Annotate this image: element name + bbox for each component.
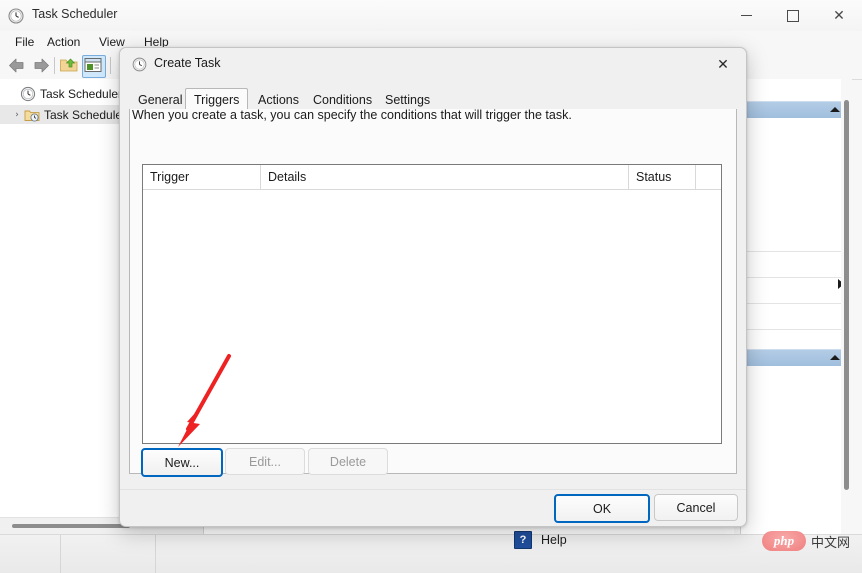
- open-folder-icon[interactable]: [58, 55, 80, 76]
- dialog-titlebar: Create Task ✕: [120, 48, 746, 82]
- tree-scrollbar-thumb[interactable]: [12, 524, 130, 528]
- clock-icon: [8, 8, 24, 24]
- minimize-button[interactable]: [723, 0, 769, 31]
- dialog-close-button[interactable]: ✕: [700, 48, 746, 82]
- php-logo: php: [762, 531, 806, 551]
- actions-divider: [741, 251, 846, 252]
- statusbar-divider: [60, 535, 61, 573]
- actions-divider: [741, 277, 846, 278]
- menu-action[interactable]: Action: [40, 34, 87, 50]
- column-header-trigger[interactable]: Trigger: [143, 165, 261, 189]
- new-trigger-button[interactable]: New...: [141, 448, 223, 477]
- create-task-dialog: Create Task ✕ General Triggers Actions C…: [119, 47, 747, 527]
- triggers-description: When you create a task, you can specify …: [132, 108, 572, 122]
- actions-pane: [740, 79, 852, 534]
- edit-trigger-button[interactable]: Edit...: [225, 448, 305, 475]
- help-status-item[interactable]: ? Help: [514, 531, 567, 549]
- forward-arrow-icon[interactable]: [30, 55, 52, 76]
- maximize-icon: [787, 9, 799, 22]
- delete-trigger-button[interactable]: Delete: [308, 448, 388, 475]
- listview-header: Trigger Details Status: [143, 165, 721, 190]
- statusbar-divider: [155, 535, 156, 573]
- clock-icon: [20, 86, 36, 102]
- actions-section-header-2[interactable]: [741, 349, 846, 366]
- actions-vertical-scrollbar[interactable]: [841, 79, 852, 534]
- column-header-status[interactable]: Status: [629, 165, 696, 189]
- close-icon: ✕: [717, 57, 729, 73]
- watermark-site-text: 中文网: [811, 535, 851, 551]
- actions-divider: [741, 303, 846, 304]
- menu-file[interactable]: File: [8, 34, 41, 50]
- question-mark-icon: ?: [514, 531, 532, 549]
- chevron-up-icon[interactable]: [830, 355, 840, 360]
- minimize-icon: [740, 15, 752, 16]
- actions-scrollbar-thumb[interactable]: [844, 100, 849, 490]
- chevron-up-icon[interactable]: [830, 107, 840, 112]
- actions-section-header-1[interactable]: [741, 101, 846, 118]
- show-properties-icon[interactable]: [82, 55, 106, 78]
- toolbar-separator: [54, 57, 55, 74]
- tree-item-label: Task Schedule: [44, 107, 123, 122]
- toolbar-separator-2: [110, 57, 111, 74]
- window-titlebar: Task Scheduler ✕: [0, 0, 862, 32]
- column-header-extra[interactable]: [696, 165, 721, 189]
- column-header-details[interactable]: Details: [261, 165, 629, 189]
- dialog-footer-separator: [120, 489, 746, 490]
- ok-button[interactable]: OK: [554, 494, 650, 523]
- dialog-title: Create Task: [154, 56, 221, 70]
- tabstrip: General Triggers Actions Conditions Sett…: [129, 88, 737, 112]
- triggers-listview[interactable]: Trigger Details Status: [142, 164, 722, 444]
- cancel-button[interactable]: Cancel: [654, 494, 738, 521]
- back-arrow-icon[interactable]: [6, 55, 28, 76]
- statusbar: [0, 534, 862, 573]
- task-scheduler-window: Task Scheduler ✕ File Action View Help T…: [0, 0, 862, 573]
- close-button[interactable]: ✕: [816, 0, 862, 31]
- chevron-right-icon[interactable]: ›: [10, 110, 24, 120]
- folder-clock-icon: [24, 107, 40, 123]
- clock-icon: [132, 57, 147, 72]
- window-title: Task Scheduler: [32, 7, 118, 21]
- maximize-button[interactable]: [770, 0, 816, 31]
- help-label: Help: [541, 533, 567, 547]
- close-icon: ✕: [833, 7, 845, 24]
- actions-divider: [741, 329, 846, 330]
- watermark: php 中文网: [762, 531, 850, 551]
